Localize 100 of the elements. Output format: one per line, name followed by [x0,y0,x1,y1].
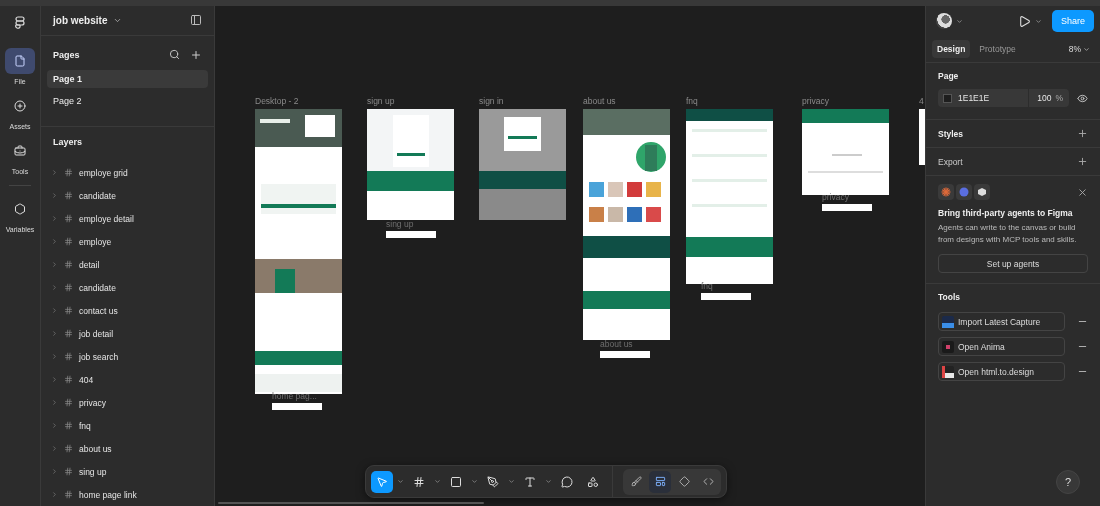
layer-name[interactable]: job search [79,351,119,362]
plugin-icon [942,340,954,353]
caret-icon[interactable] [397,478,404,485]
frame-label[interactable]: sign up [367,96,395,106]
plus-icon[interactable] [1077,128,1088,139]
link-note [701,293,751,300]
setup-agents-button[interactable]: Set up agents [938,254,1088,273]
frame-caption: fnq [701,281,713,291]
chevron-right-icon[interactable] [51,491,58,498]
chevron-right-icon[interactable] [51,192,58,199]
eye-icon[interactable] [1077,92,1088,104]
shapes-icon [587,475,599,488]
frame-caption: about us [600,339,633,349]
layer-name[interactable]: fnq [79,420,91,431]
file-icon [14,55,26,67]
color-swatch[interactable] [943,93,952,103]
frame-icon [64,260,73,269]
panel-toggle-icon[interactable] [190,14,202,27]
plugin-icon [942,365,954,378]
plus-icon[interactable] [1077,156,1088,167]
chevron-right-icon[interactable] [51,422,58,429]
frame-label[interactable]: about us [583,96,616,106]
chevron-right-icon[interactable] [51,215,58,222]
layer-name[interactable]: employe detail [79,213,134,224]
help-button[interactable]: ? [1056,470,1080,494]
layer-name[interactable]: 404 [79,374,94,385]
layer-name[interactable]: home page link [79,489,137,500]
sunburst-icon [938,184,954,200]
chevron-right-icon[interactable] [51,468,58,475]
section-title: Pages [53,49,81,60]
hash-icon [413,475,425,488]
page-color-field[interactable]: 1E1E1E 100 % [938,89,1069,107]
chevron-right-icon[interactable] [51,284,58,291]
section-title: Styles [938,128,964,139]
section-title: Page [938,71,960,81]
page-item[interactable]: Page 1 [47,69,208,88]
chevron-right-icon[interactable] [51,445,58,452]
figma-logo-icon[interactable] [15,16,25,30]
frame-label[interactable]: privacy [802,96,829,106]
frame-label[interactable]: 4 [919,96,924,106]
caret-icon[interactable] [1034,17,1042,25]
layer-name[interactable]: candidate [79,190,116,201]
speech-bubble-icon [561,475,573,488]
section-title: Tools [938,292,962,302]
page-item[interactable]: Page 2 [47,91,208,110]
frame-icon [64,237,73,246]
chevron-right-icon[interactable] [51,353,58,360]
frame-icon [64,168,73,177]
caret-icon[interactable] [508,478,515,485]
link-note [272,403,322,410]
caret-icon[interactable] [956,17,963,25]
layer-name[interactable]: job detail [79,328,114,339]
frame-label[interactable]: Desktop - 2 [255,96,299,106]
plus-icon[interactable] [190,48,202,61]
caret-icon[interactable] [471,478,478,485]
zoom-dropdown[interactable]: 8% [1068,44,1094,54]
chevron-right-icon[interactable] [51,376,58,383]
frame-caption: sing up [386,219,414,229]
chevron-right-icon[interactable] [51,330,58,337]
layer-name[interactable]: employe [79,236,112,247]
link-note [822,204,872,211]
frame-label[interactable]: sign in [479,96,504,106]
panel-tab[interactable]: Prototype [974,40,1021,58]
chevron-right-icon[interactable] [51,399,58,406]
frame-label[interactable]: fnq [686,96,698,106]
layer-name[interactable]: detail [79,259,100,270]
layout-mode-button[interactable] [649,470,671,493]
section-title: Layers [53,136,84,147]
chevron-right-icon[interactable] [51,238,58,245]
plugin-item[interactable]: Open Anima [938,337,1065,356]
caret-icon[interactable] [545,478,552,485]
chevron-right-icon[interactable] [51,261,58,268]
plugin-item[interactable]: Open html.to.design [938,362,1065,381]
close-icon[interactable] [1077,186,1088,198]
play-icon[interactable] [1017,14,1031,28]
layer-name[interactable]: sing up [79,466,107,477]
layer-name[interactable]: about us [79,443,112,454]
layer-name[interactable]: privacy [79,397,106,408]
search-icon[interactable] [169,49,180,61]
chevron-right-icon[interactable] [51,169,58,176]
pointer-tool[interactable] [371,470,393,493]
pen-icon [487,475,499,488]
file-name[interactable]: job website [53,14,108,26]
frame-icon [64,191,73,200]
square-icon [450,475,462,488]
link-note [386,231,436,238]
layer-name[interactable]: contact us [79,305,118,316]
layer-name[interactable]: employe grid [79,167,128,178]
caret-icon[interactable] [434,478,441,485]
frame-caption: home pag... [272,391,317,401]
avatar[interactable] [936,13,952,29]
layer-name[interactable]: candidate [79,282,116,293]
plugin-item[interactable]: Import Latest Capture [938,312,1065,331]
pointer-icon [376,475,388,488]
frame-icon [64,375,73,384]
chevron-right-icon[interactable] [51,307,58,314]
link-note [600,351,650,358]
section-title: Export [938,156,963,167]
panel-tab[interactable]: Design [932,40,971,58]
frame-icon [64,329,73,338]
